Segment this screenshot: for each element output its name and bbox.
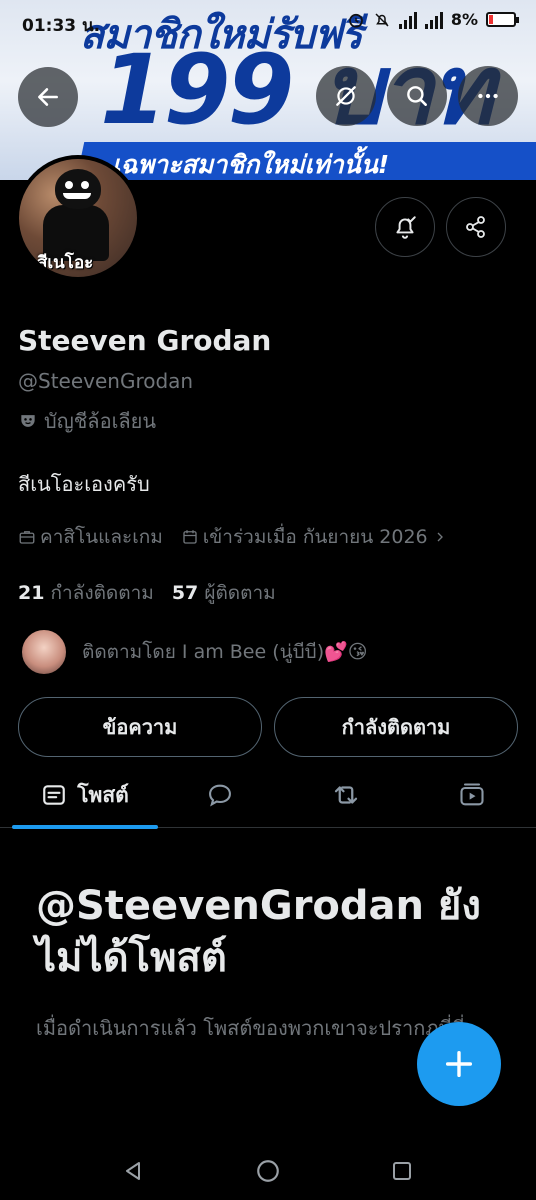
following-button[interactable]: กำลังติดตาม — [274, 697, 518, 757]
active-tab-indicator — [12, 825, 158, 829]
empty-state-subtitle: เมื่อดำเนินการแล้ว โพสต์ของพวกเขาจะปรากฏ… — [36, 1016, 466, 1040]
grok-icon — [336, 86, 356, 106]
notifications-button[interactable] — [375, 197, 435, 257]
mask-icon — [21, 415, 35, 427]
category-item: คาสิโนและเกม — [18, 522, 163, 552]
share-button[interactable] — [446, 197, 506, 257]
comment-icon — [209, 784, 231, 807]
chevron-right-icon — [437, 532, 443, 542]
triangle-back-icon — [126, 1162, 140, 1180]
more-options-button[interactable] — [458, 66, 518, 126]
followers-count-link[interactable]: 57 ผู้ติดตาม — [172, 578, 276, 608]
avatar-caption: สีเนโอะ — [37, 253, 94, 273]
empty-state-title: @SteevenGrodan ยังไม่ได้โพสต์ — [36, 883, 481, 981]
system-back-button[interactable] — [118, 1156, 148, 1186]
followed-by-row[interactable]: ติดตามโดย I am Bee (นู่บีบี)💕😘 — [20, 628, 368, 676]
compose-button[interactable] — [417, 1022, 501, 1106]
mute-icon — [375, 12, 389, 27]
followed-by-text: ติดตามโดย I am Bee (นู่บีบี)💕😘 — [82, 641, 368, 663]
signal-icon-2 — [424, 11, 443, 29]
tab-posts[interactable]: โพสต์ — [12, 762, 158, 829]
briefcase-icon — [19, 531, 35, 544]
alarm-icon — [349, 13, 363, 28]
tab-reposts[interactable] — [286, 762, 406, 828]
arrow-left-icon — [38, 88, 58, 106]
media-icon — [460, 783, 484, 806]
status-bar: 01:33 น. 8% — [0, 8, 536, 40]
following-count-link[interactable]: 21 กำลังติดตาม — [18, 578, 154, 608]
posts-icon — [43, 785, 66, 805]
joined-item[interactable]: เข้าร่วมเมื่อ กันยายน 2026 — [181, 522, 448, 552]
signal-icon — [398, 11, 417, 29]
plus-icon — [445, 1050, 473, 1078]
back-button[interactable] — [18, 67, 78, 127]
circle-home-icon — [257, 1160, 279, 1182]
profile-name: Steeven Grodan — [18, 324, 272, 357]
bell-check-icon — [396, 216, 416, 239]
calendar-icon — [183, 530, 197, 544]
more-horizontal-icon — [478, 93, 498, 99]
profile-meta: คาสิโนและเกม เข้าร่วมเมื่อ กันยายน 2026 — [18, 522, 448, 552]
search-icon — [407, 86, 427, 106]
follower-avatar — [20, 628, 68, 676]
status-time: 01:33 น. — [22, 16, 101, 36]
repost-icon — [334, 786, 358, 804]
battery-icon — [486, 12, 519, 27]
avatar-image: สีเนโอะ — [19, 159, 137, 277]
tab-replies[interactable] — [160, 762, 280, 828]
status-icons: 8% — [347, 10, 519, 29]
tab-media[interactable] — [412, 762, 532, 828]
profile-avatar[interactable]: สีเนโอะ — [15, 155, 141, 281]
profile-tabs: โพสต์ — [0, 762, 536, 829]
system-recents-button[interactable] — [387, 1156, 417, 1186]
search-button[interactable] — [387, 66, 447, 126]
profile-handle: @SteevenGrodan — [18, 369, 194, 393]
system-nav-bar — [0, 1140, 536, 1200]
profile-bio: สีเนโอะเองครับ — [18, 472, 150, 496]
parody-label: บัญชีล้อเลียน — [18, 405, 156, 437]
banner-strip-text: เฉพาะสมาชิกใหม่เท่านั้น! — [112, 150, 390, 179]
system-home-button[interactable] — [253, 1156, 283, 1186]
grok-button[interactable] — [316, 66, 376, 126]
square-recents-icon — [393, 1162, 411, 1180]
share-icon — [466, 216, 485, 238]
message-button[interactable]: ข้อความ — [18, 697, 262, 757]
battery-percent: 8% — [450, 10, 478, 29]
follow-counts: 21 กำลังติดตาม 57 ผู้ติดตาม — [18, 578, 276, 608]
